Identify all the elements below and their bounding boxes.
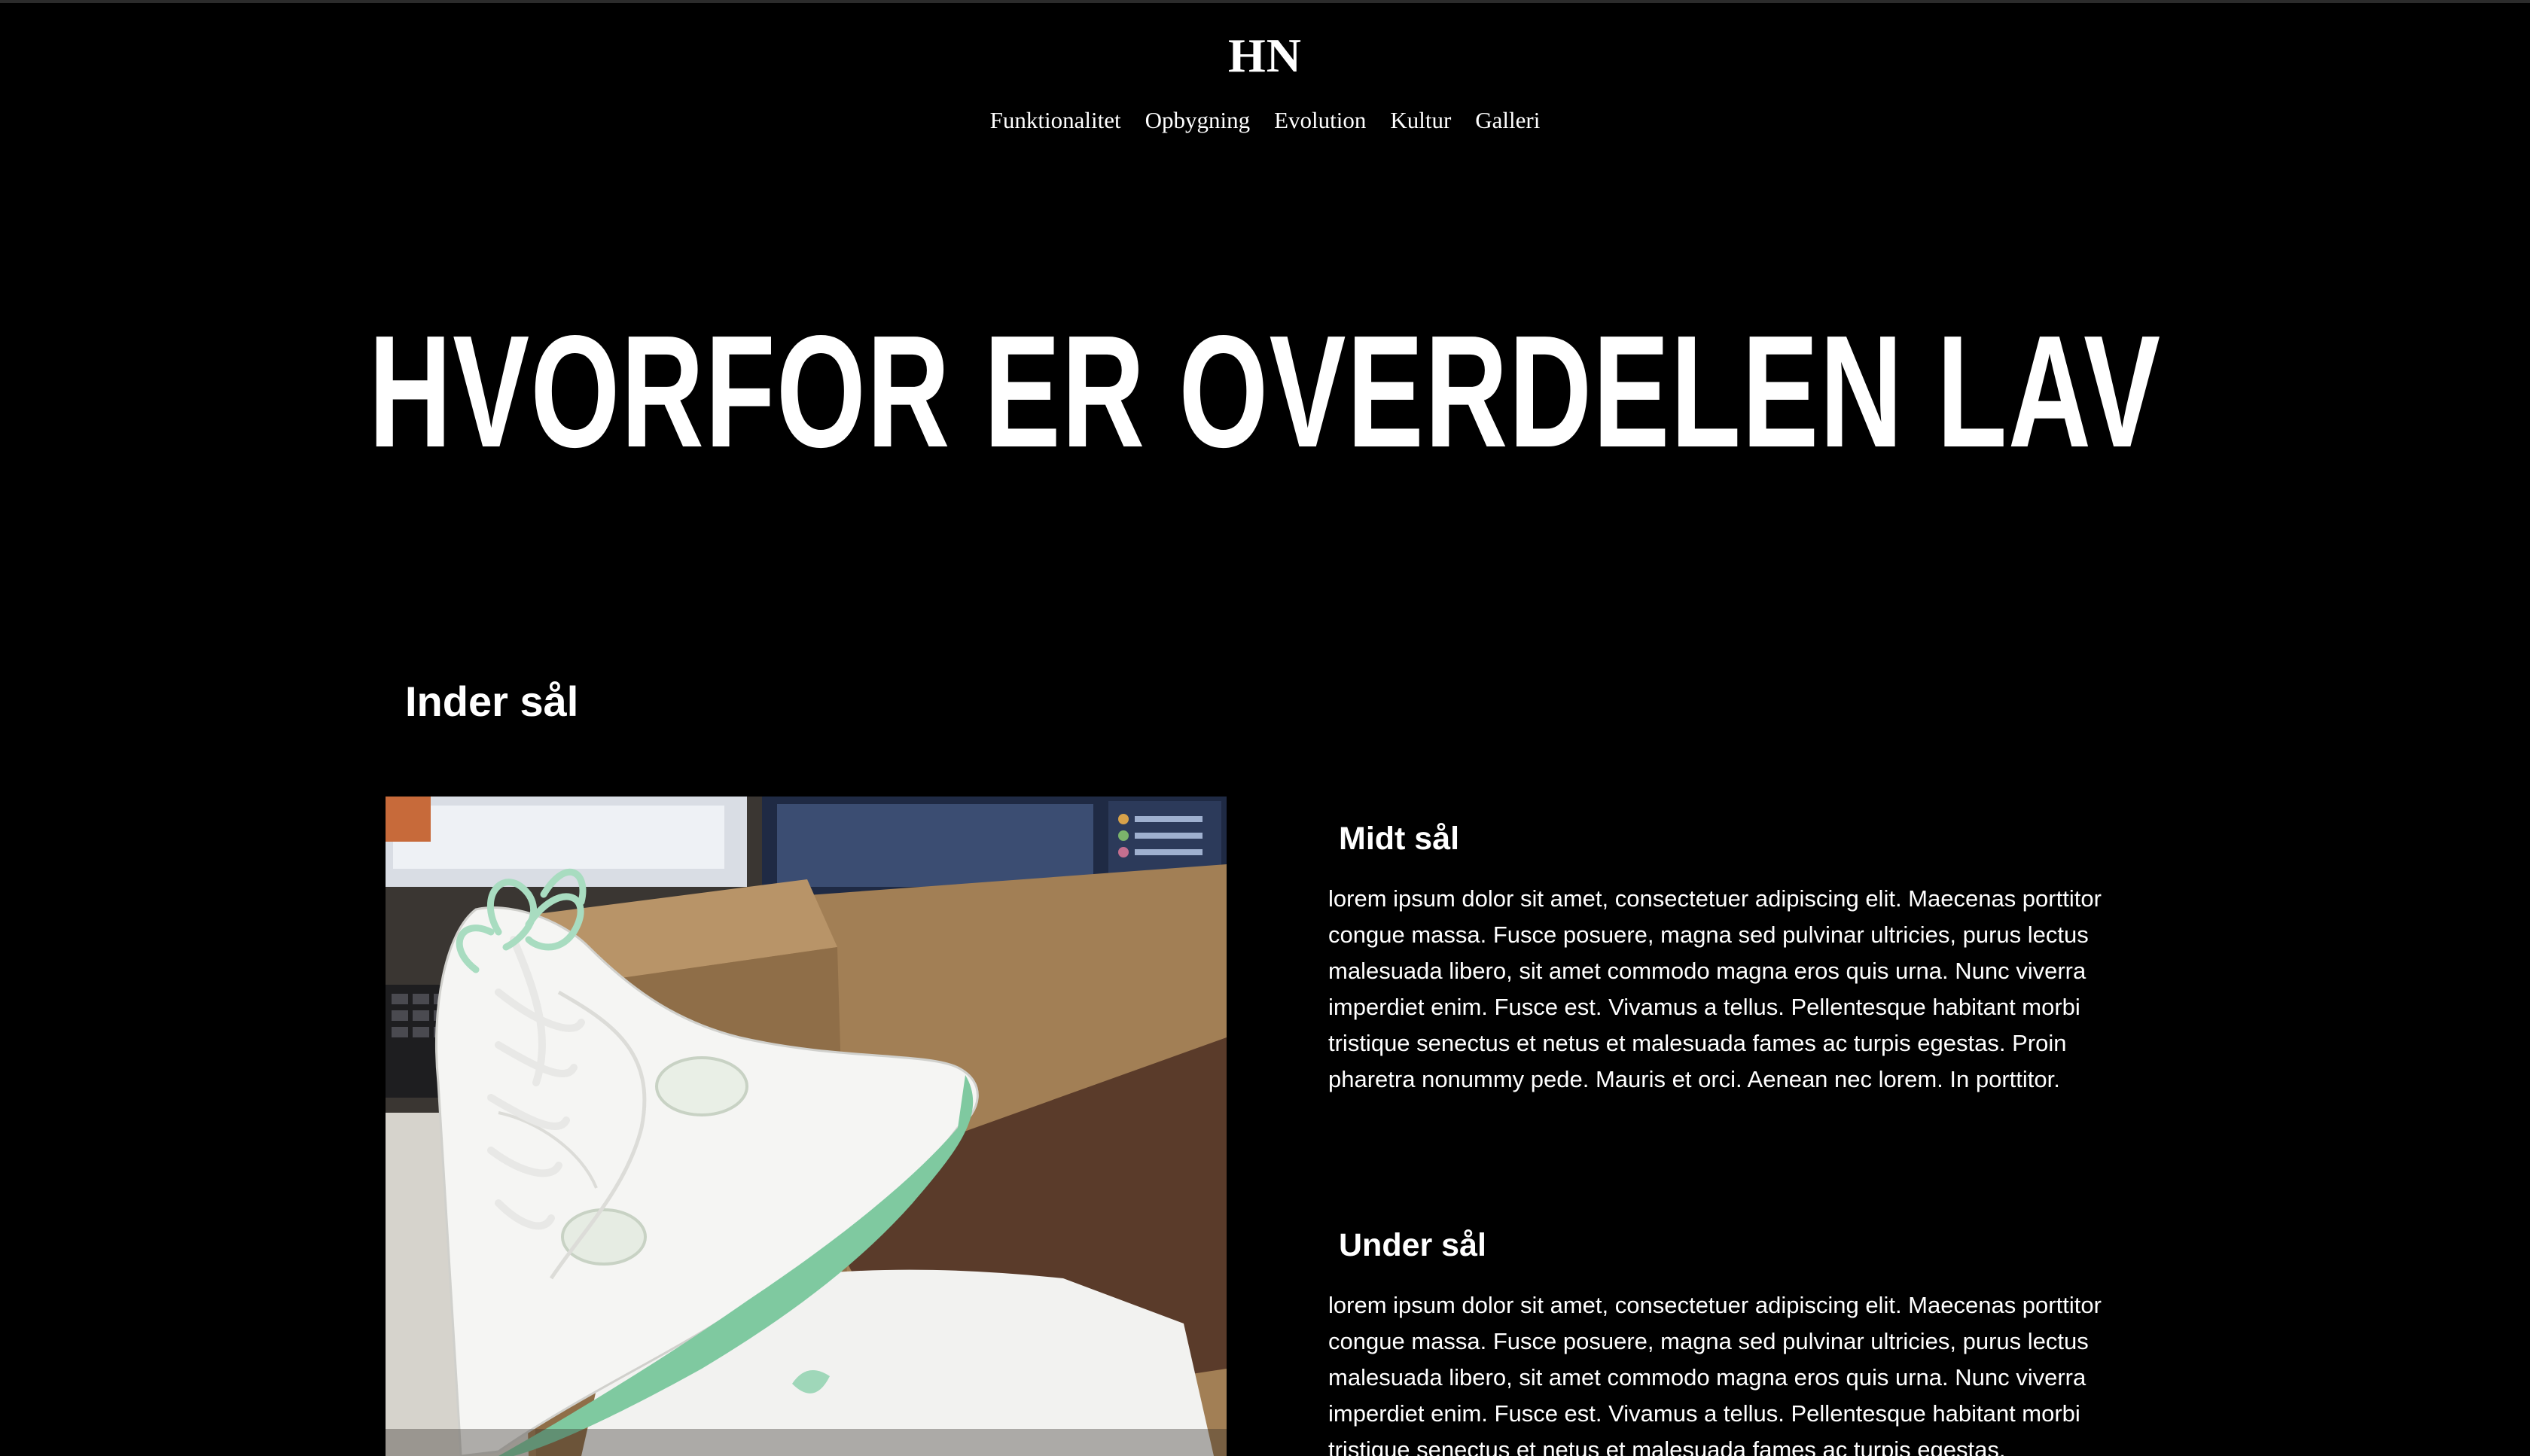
block-heading: Midt sål <box>1339 821 1460 857</box>
nav-link-evolution[interactable]: Evolution <box>1274 105 1366 136</box>
nav-link-funktionalitet[interactable]: Funktionalitet <box>990 105 1121 136</box>
window-top-border <box>0 0 2530 3</box>
hero-title: HVORFOR ER OVERDELEN LAV <box>368 302 2162 480</box>
section-heading: Inder sål <box>405 678 579 725</box>
sneaker-photo <box>386 797 1227 1456</box>
main-nav: Funktionalitet Opbygning Evolution Kultu… <box>0 105 2530 136</box>
content-block-midt-sal: Midt sål lorem ipsum dolor sit amet, con… <box>1328 818 2119 1098</box>
site-logo[interactable]: HN <box>0 27 2530 84</box>
block-heading: Under sål <box>1339 1227 1486 1263</box>
block-paragraph: lorem ipsum dolor sit amet, consectetuer… <box>1328 885 2102 1092</box>
nav-link-galleri[interactable]: Galleri <box>1475 105 1540 136</box>
block-paragraph: lorem ipsum dolor sit amet, consectetuer… <box>1328 1292 2102 1456</box>
content-block-under-sal: Under sål lorem ipsum dolor sit amet, co… <box>1328 1224 2119 1456</box>
nav-link-opbygning[interactable]: Opbygning <box>1145 105 1251 136</box>
nav-link-kultur[interactable]: Kultur <box>1390 105 1451 136</box>
